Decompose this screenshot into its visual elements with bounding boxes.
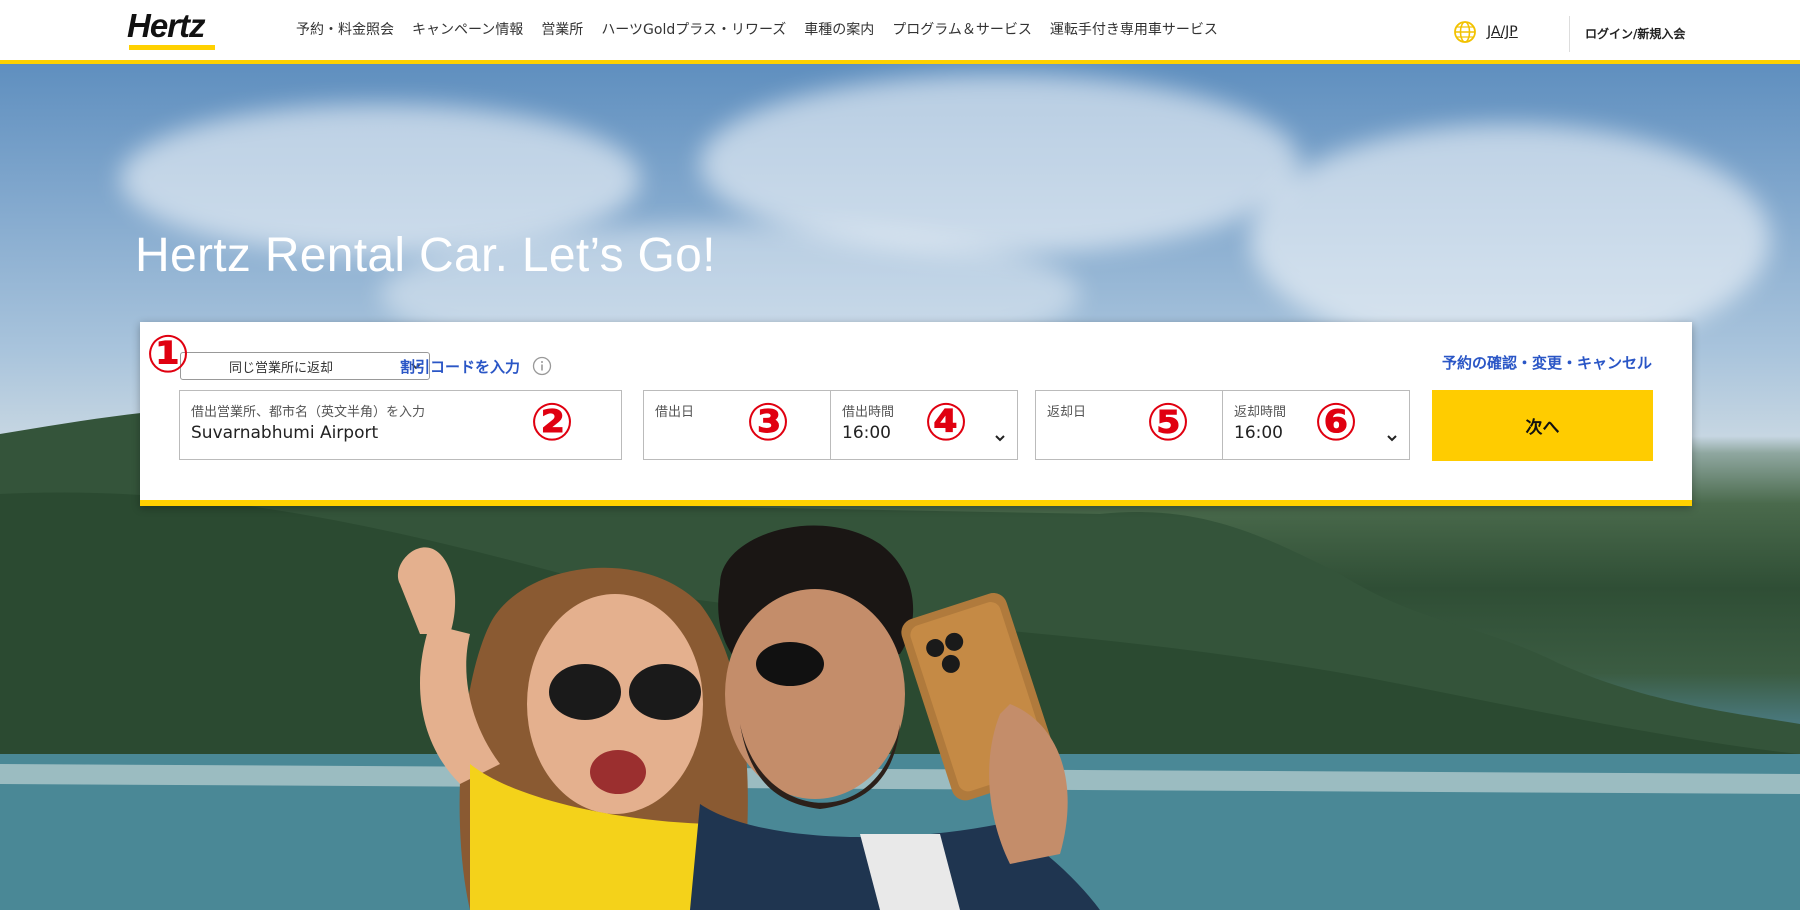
pickup-location-label: 借出営業所、都市名（英文半角）を入力	[191, 405, 426, 420]
nav-item-gold-plus-rewards[interactable]: ハーツGoldプラス・リワーズ	[601, 20, 786, 40]
chevron-down-icon	[995, 435, 1005, 442]
language-label[interactable]: JA/JP	[1487, 24, 1518, 40]
return-time-value: 16:00	[1234, 423, 1283, 443]
pickup-time-value: 16:00	[842, 423, 891, 443]
annotation-marker-1: ①	[146, 325, 191, 385]
nav-item-vehicles[interactable]: 車種の案内	[804, 20, 874, 40]
next-button[interactable]: 次へ	[1432, 390, 1653, 461]
info-icon[interactable]	[532, 356, 552, 376]
return-date-label: 返却日	[1047, 405, 1087, 420]
nav-item-reservations[interactable]: 予約・料金照会	[296, 20, 394, 40]
pickup-date-label: 借出日	[655, 405, 695, 420]
return-time-label: 返却時間	[1234, 405, 1287, 420]
pickup-location-value[interactable]: Suvarnabhumi Airport	[191, 423, 378, 443]
logo-underline	[129, 45, 215, 50]
nav-item-chauffeur-service[interactable]: 運転手付き専用車サービス	[1050, 20, 1218, 40]
manage-reservation-link[interactable]: 予約の確認・変更・キャンセル	[1442, 352, 1652, 373]
booking-widget: 同じ営業所に返却 割引コードを入力 予約の確認・変更・キャンセル 借出営業所、都…	[140, 322, 1692, 506]
annotation-marker-2: ②	[530, 393, 575, 453]
annotation-marker-6: ⑥	[1314, 393, 1359, 453]
nav-item-campaigns[interactable]: キャンペーン情報	[412, 20, 523, 40]
nav-item-locations[interactable]: 営業所	[541, 20, 583, 40]
header-divider	[1569, 16, 1570, 52]
return-option-value: 同じ営業所に返却	[229, 360, 334, 376]
language-selector[interactable]: JA/JP	[1453, 20, 1518, 44]
annotation-marker-5: ⑤	[1146, 393, 1191, 453]
nav-item-programs-services[interactable]: プログラム＆サービス	[892, 20, 1032, 40]
return-location-select[interactable]: 同じ営業所に返却	[180, 352, 430, 380]
pickup-time-label: 借出時間	[842, 405, 895, 420]
chevron-down-icon	[1387, 435, 1397, 442]
login-signup-link[interactable]: ログイン/新規入会	[1585, 25, 1685, 42]
annotation-marker-3: ③	[746, 393, 791, 453]
hero-title: Hertz Rental Car. Let’s Go!	[135, 229, 716, 282]
annotation-marker-4: ④	[924, 393, 969, 453]
globe-icon	[1454, 21, 1476, 43]
site-header: Hertz 予約・料金照会 キャンペーン情報 営業所 ハーツGoldプラス・リワ…	[0, 0, 1800, 64]
hertz-logo[interactable]: Hertz	[127, 8, 219, 52]
main-nav: 予約・料金照会 キャンペーン情報 営業所 ハーツGoldプラス・リワーズ 車種の…	[296, 20, 1236, 40]
return-date-input[interactable]: 返却日	[1035, 390, 1223, 460]
logo-text: Hertz	[127, 7, 206, 44]
pickup-date-input[interactable]: 借出日	[643, 390, 831, 460]
discount-code-link[interactable]: 割引コードを入力	[400, 356, 520, 377]
